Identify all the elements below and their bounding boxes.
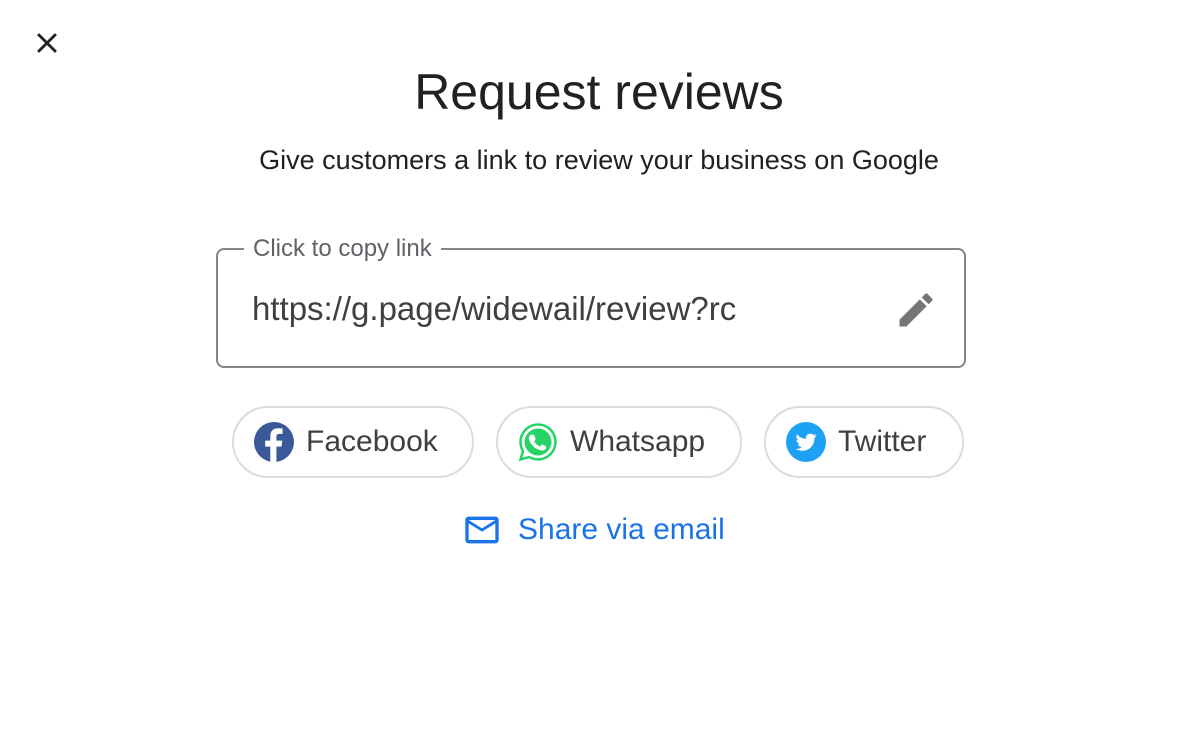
share-twitter-button[interactable]: Twitter xyxy=(764,406,964,478)
share-whatsapp-button[interactable]: Whatsapp xyxy=(496,406,742,478)
pencil-icon xyxy=(899,293,933,327)
whatsapp-logo-icon xyxy=(518,422,558,462)
dialog-title: Request reviews xyxy=(414,64,784,120)
close-button[interactable] xyxy=(26,22,68,64)
mail-icon xyxy=(462,510,502,550)
facebook-logo-icon xyxy=(254,422,294,462)
review-link-field-label: Click to copy link xyxy=(244,234,441,264)
share-whatsapp-label: Whatsapp xyxy=(570,425,706,458)
review-link-field[interactable]: Click to copy link https://g.page/widewa… xyxy=(216,234,966,368)
share-facebook-button[interactable]: Facebook xyxy=(232,406,474,478)
share-twitter-label: Twitter xyxy=(838,425,927,458)
review-link-value[interactable]: https://g.page/widewail/review?rc xyxy=(252,288,736,330)
close-icon xyxy=(37,33,57,53)
share-facebook-label: Facebook xyxy=(306,425,438,458)
edit-link-button[interactable] xyxy=(894,288,938,332)
share-via-email-label: Share via email xyxy=(518,513,725,546)
twitter-logo-icon xyxy=(786,422,826,462)
dialog-subtitle: Give customers a link to review your bus… xyxy=(259,145,939,175)
share-via-email-link[interactable]: Share via email xyxy=(462,510,725,550)
